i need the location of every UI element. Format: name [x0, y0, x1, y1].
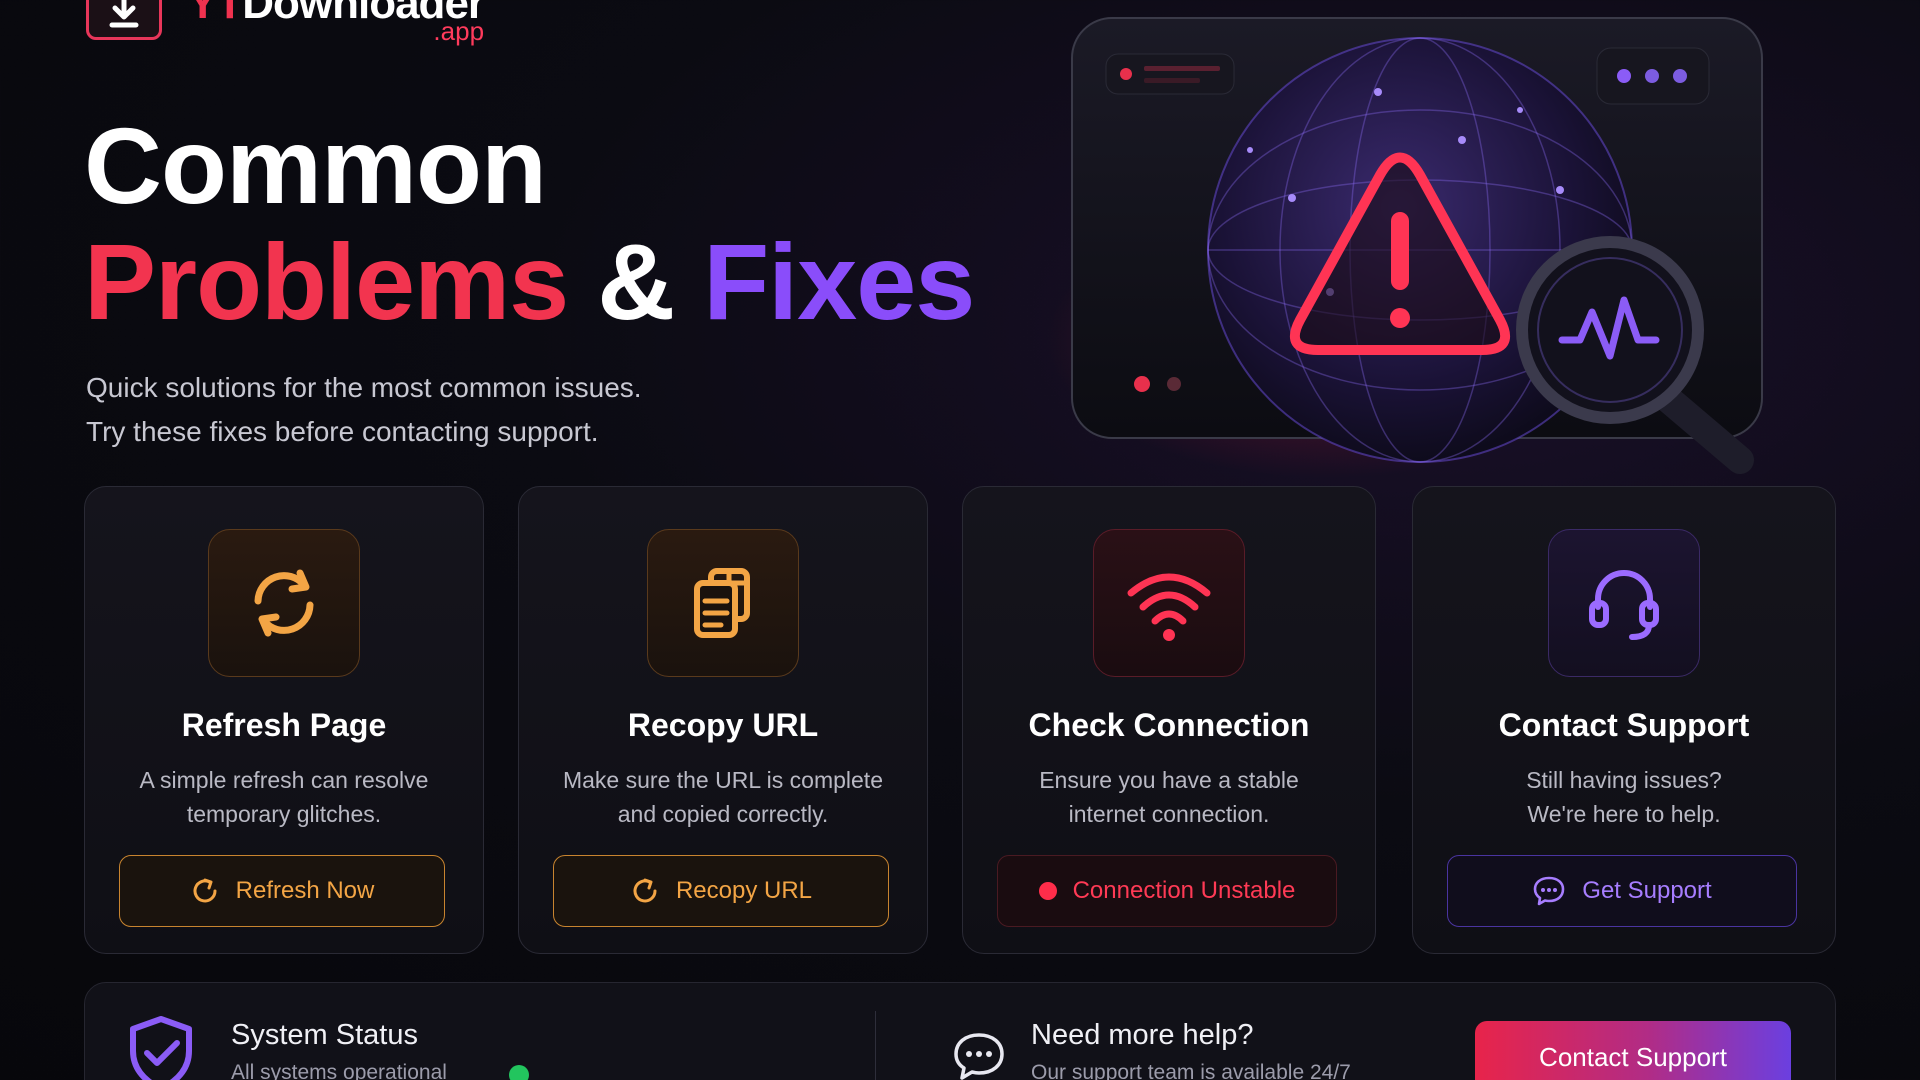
card-desc-line1: Still having issues? — [1526, 767, 1722, 793]
chat-bubble-icon — [1533, 876, 1565, 906]
screen-pill-line-1 — [1144, 66, 1220, 71]
button-label: Refresh Now — [235, 877, 375, 904]
headset-icon — [1548, 529, 1700, 677]
logo-suffix: .app — [433, 16, 485, 46]
contact-support-button[interactable]: Contact Support — [1475, 1021, 1791, 1080]
button-label: Get Support — [1582, 877, 1712, 904]
card-description: A simple refresh can resolve temporary g… — [105, 763, 463, 831]
screen-dot-2 — [1645, 69, 1659, 83]
screen-dot-3 — [1673, 69, 1687, 83]
title-fixes: Fixes — [703, 221, 975, 342]
download-icon — [86, 0, 162, 40]
screen-pill-dot — [1120, 68, 1132, 80]
card-desc-line2: temporary glitches. — [186, 801, 382, 827]
system-status-title: System Status — [231, 1019, 418, 1051]
card-desc-line1: A simple refresh can resolve — [139, 767, 429, 793]
status-dot-red — [1134, 376, 1150, 392]
system-status-text: All systems operational — [231, 1061, 447, 1080]
page-title: Common Problems & Fixes — [84, 105, 975, 342]
need-help-title: Need more help? — [1031, 1019, 1254, 1051]
card-recopy-url: Recopy URL Make sure the URL is complete… — [518, 486, 928, 954]
reload-icon — [633, 878, 657, 903]
card-desc-line1: Ensure you have a stable — [1039, 767, 1299, 793]
copy-document-icon — [647, 529, 799, 677]
bottom-bar: System Status All systems operational Ne… — [84, 982, 1836, 1080]
subtitle-line1: Quick solutions for the most common issu… — [86, 372, 642, 403]
fix-cards: Refresh Page A simple refresh can resolv… — [84, 486, 1836, 954]
wifi-icon — [1093, 529, 1245, 677]
card-desc-line2: We're here to help. — [1527, 801, 1721, 827]
connection-unstable-button[interactable]: Connection Unstable — [997, 855, 1337, 927]
card-contact-support: Contact Support Still having issues? We'… — [1412, 486, 1836, 954]
page-subtitle: Quick solutions for the most common issu… — [86, 366, 642, 454]
card-title: Recopy URL — [627, 707, 819, 743]
status-dot-dim — [1167, 377, 1181, 391]
card-refresh-page: Refresh Page A simple refresh can resolv… — [84, 486, 484, 954]
title-line1: Common — [84, 105, 547, 226]
card-description: Make sure the URL is complete and copied… — [539, 763, 907, 831]
title-line2: Problems & Fixes — [84, 221, 975, 342]
button-label: Connection Unstable — [1072, 877, 1296, 904]
title-problems: Problems — [84, 221, 569, 342]
card-description: Ensure you have a stable internet connec… — [983, 763, 1355, 831]
refresh-icon — [208, 529, 360, 677]
card-desc-line1: Make sure the URL is complete — [562, 767, 883, 793]
card-title: Refresh Page — [181, 707, 387, 743]
card-check-connection: Check Connection Ensure you have a stabl… — [962, 486, 1376, 954]
status-dot — [1038, 882, 1057, 900]
subtitle-line2: Try these fixes before contacting suppor… — [86, 416, 599, 447]
divider — [875, 1011, 876, 1080]
card-desc-line2: and copied correctly. — [617, 801, 829, 827]
recopy-url-button[interactable]: Recopy URL — [553, 855, 889, 927]
refresh-now-button[interactable]: Refresh Now — [119, 855, 445, 927]
get-support-button[interactable]: Get Support — [1447, 855, 1797, 927]
need-help-text: Our support team is available 24/7 — [1031, 1061, 1351, 1080]
screen-dot-1 — [1617, 69, 1631, 83]
title-ampersand: & — [597, 221, 675, 342]
logo-name-prefix: YT — [188, 0, 243, 28]
magnifier-lens — [1516, 236, 1704, 424]
card-title: Contact Support — [1498, 707, 1750, 743]
card-description: Still having issues? We're here to help. — [1433, 763, 1815, 831]
reload-icon — [193, 878, 217, 903]
screen-pill-line-2 — [1144, 78, 1200, 83]
shield-check-icon — [130, 1016, 192, 1080]
warning-exclamation-dot — [1390, 308, 1410, 328]
card-desc-line2: internet connection. — [1068, 801, 1270, 827]
warning-exclamation-bar — [1391, 212, 1409, 290]
button-label: Recopy URL — [675, 877, 813, 904]
card-title: Check Connection — [1028, 707, 1310, 743]
hero-illustration — [1071, 17, 1763, 474]
logo-text: YTDownloader .app — [188, 0, 485, 46]
chat-bubble-icon — [954, 1033, 1004, 1080]
logo[interactable]: YTDownloader .app — [86, 0, 485, 46]
status-ok-dot — [509, 1065, 529, 1080]
